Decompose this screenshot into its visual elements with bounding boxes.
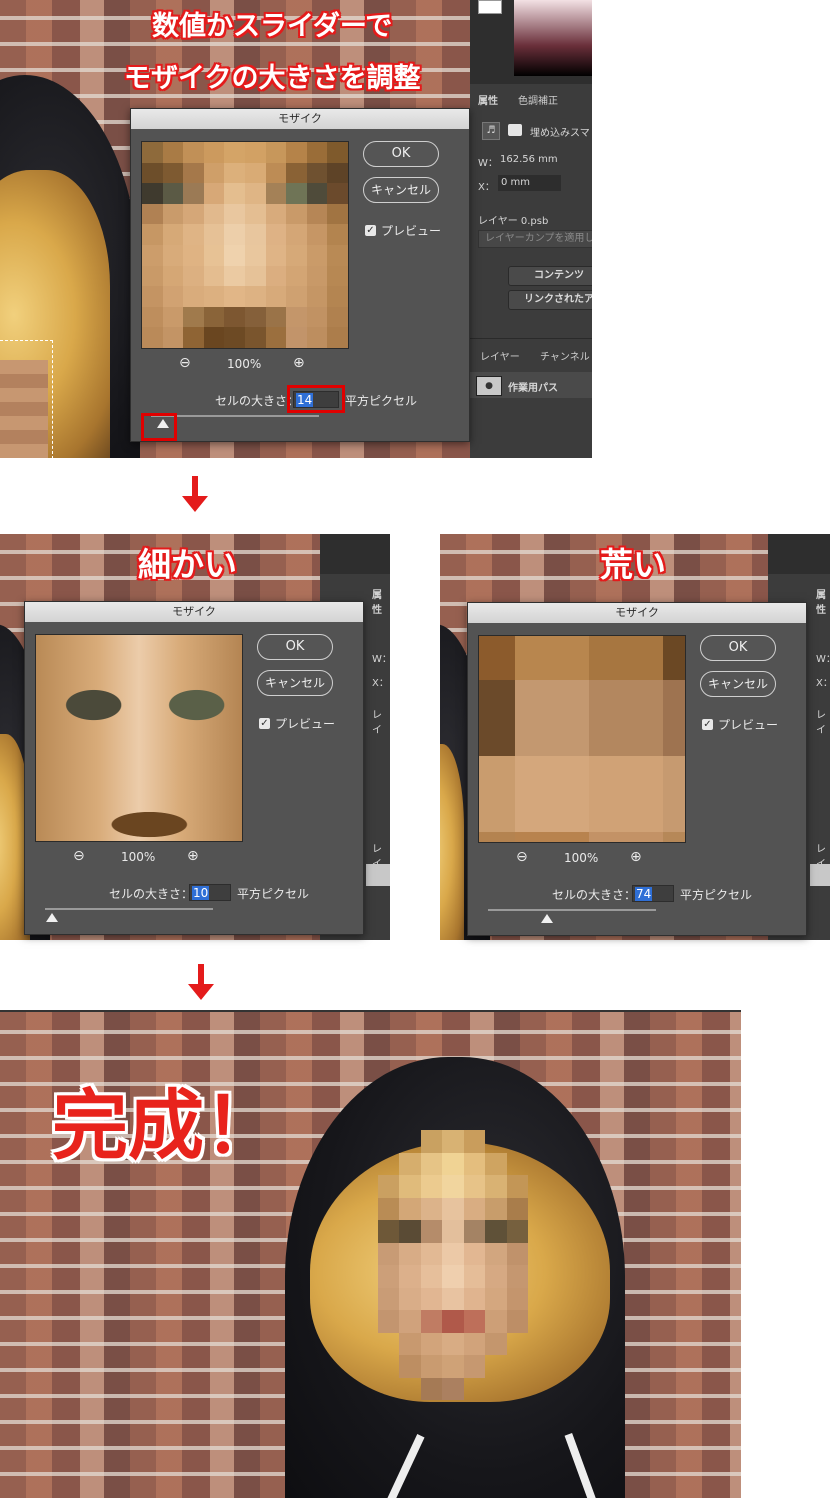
cancel-button[interactable]: キャンセル [363,177,439,203]
preview-image [141,141,349,349]
layer-name: レイヤー 0.psb [478,216,549,227]
dialog-title[interactable]: モザイク [468,603,806,623]
mosaic-dialog-main: モザイク OK キャンセル ✓ プレビュー ⊖ 100% ⊕ セルの大きさ： 1… [130,108,470,442]
path-row[interactable] [366,864,390,886]
width-label: W： [478,158,498,169]
zoom-in-icon[interactable]: ⊕ [187,848,199,864]
white-margin-right [741,1010,830,1496]
panel-layer: レイ [816,710,826,736]
highlight-input [287,385,345,413]
preview-checkbox[interactable]: ✓ [259,718,270,729]
cell-size-slider-thumb[interactable] [45,913,58,922]
preview-checkbox[interactable]: ✓ [365,225,376,236]
highlight-slider [141,413,177,441]
cell-unit-label: 平方ピクセル [680,888,753,902]
tab-layers[interactable]: レイヤー [480,348,520,363]
smart-object-icon: ♬ [482,122,500,140]
path-thumbnail-icon: ● [476,376,502,396]
path-row[interactable] [810,864,830,886]
cell-size-label: セルの大きさ： [109,887,194,901]
cell-size-value: 74 [635,887,653,901]
tab-channels[interactable]: チャンネル [540,348,590,363]
layer-comp-select[interactable]: レイヤーカンプを適用し [478,230,592,248]
mosaic-grid-coarse [479,636,685,842]
mosaic-dialog-coarse: モザイク OK キャンセル ✓ プレビュー ⊖ 100% ⊕ セルの大きさ： 7… [467,602,807,936]
panel-top [320,534,390,574]
panel-layer: レイ [372,710,382,736]
mask-icon [508,124,522,136]
mosaic-dialog-fine: モザイク OK キャンセル ✓ プレビュー ⊖ 100% ⊕ セルの大きさ： 1… [24,601,364,935]
panel-x: X： [816,678,830,689]
panel-w: W： [372,654,390,665]
arrow-down-1-icon [182,476,208,512]
tab-adjustments[interactable]: 色調補正 [518,92,558,107]
mosaic-grid-medium [142,142,348,348]
preview-label: プレビュー [381,224,442,238]
tab-properties[interactable]: 属性 [372,586,390,616]
zoom-level: 100% [564,851,599,865]
arrow-down-2-icon [188,964,214,1000]
width-value: 162.56 mm [500,154,558,165]
foreground-swatch[interactable] [478,0,502,14]
mosaic-edge [0,360,48,458]
preview-label: プレビュー [275,717,336,731]
smart-object-label: 埋め込みスマ [530,128,590,139]
cancel-button[interactable]: キャンセル [257,670,333,696]
preview-image [35,634,243,842]
x-value-field[interactable]: 0 mm [498,175,561,191]
label-fine: 細かい [138,545,237,584]
cell-size-input[interactable]: 74 [632,885,674,902]
mosaic-face-grid [378,1130,528,1400]
panel-divider [470,338,592,339]
headline-line2: モザイクの大きさを調整 [124,63,421,94]
cell-size-slider-thumb[interactable] [540,914,553,923]
zoom-in-icon[interactable]: ⊕ [293,355,305,371]
cell-size-slider-track[interactable] [45,908,213,910]
linked-button[interactable]: リンクされたア [508,290,592,310]
ok-button[interactable]: OK [257,634,333,660]
cancel-button[interactable]: キャンセル [700,671,776,697]
ps-side-panel: 属性 色調補正 ♬ 埋め込みスマ W： 162.56 mm X： 0 mm レイ… [470,0,592,458]
zoom-out-icon[interactable]: ⊖ [516,849,528,865]
tab-properties[interactable]: 属性 [816,586,830,616]
zoom-out-icon[interactable]: ⊖ [73,848,85,864]
ok-button[interactable]: OK [363,141,439,167]
cell-size-value: 10 [192,886,210,900]
zoom-level: 100% [227,357,262,371]
mosaic-face [378,1130,528,1400]
dialog-title[interactable]: モザイク [131,109,469,129]
cell-unit-label: 平方ピクセル [345,394,418,408]
preview-label: プレビュー [718,718,779,732]
work-path-label: 作業用パス [508,383,558,394]
x-label: X： [478,182,495,193]
panel-top [768,534,830,574]
dialog-title[interactable]: モザイク [25,602,363,622]
label-done: 完成！ [52,1081,280,1170]
preview-checkbox[interactable]: ✓ [702,719,713,730]
zoom-level: 100% [121,850,156,864]
panel-x: X： [372,678,389,689]
color-field[interactable] [514,0,592,76]
mosaic-grid-fine [36,635,242,841]
cell-unit-label: 平方ピクセル [237,887,310,901]
label-coarse: 荒い [600,545,666,584]
headline-line1: 数値かスライダーで [152,11,393,42]
zoom-out-icon[interactable]: ⊖ [179,355,191,371]
tab-properties[interactable]: 属性 [478,92,498,107]
preview-image [478,635,686,843]
cell-size-input[interactable]: 10 [189,884,231,901]
cell-size-label: セルの大きさ： [552,888,637,902]
cell-size-slider-track[interactable] [488,909,656,911]
ok-button[interactable]: OK [700,635,776,661]
zoom-in-icon[interactable]: ⊕ [630,849,642,865]
content-button[interactable]: コンテンツ [508,266,592,286]
panel-w: W： [816,654,830,665]
